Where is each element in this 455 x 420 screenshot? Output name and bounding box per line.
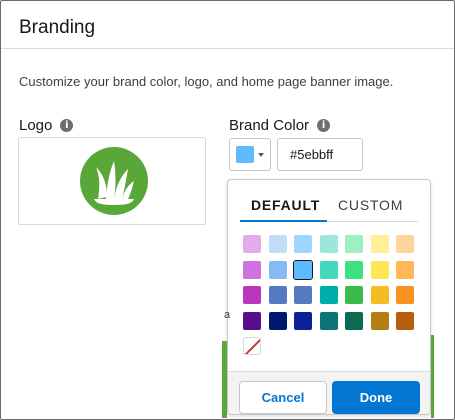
- done-button[interactable]: Done: [332, 381, 420, 414]
- color-swatch[interactable]: [243, 260, 261, 279]
- logo-preview[interactable]: [18, 137, 206, 225]
- color-swatch[interactable]: [370, 286, 389, 304]
- color-swatch[interactable]: [294, 235, 312, 253]
- color-swatch[interactable]: [396, 260, 414, 279]
- picker-tabs: DEFAULT CUSTOM: [240, 190, 418, 222]
- chevron-down-icon: [258, 153, 264, 157]
- no-color-swatch[interactable]: [243, 337, 261, 355]
- color-swatch[interactable]: [345, 235, 363, 253]
- tab-custom[interactable]: CUSTOM: [338, 197, 403, 213]
- brand-color-label: Brand Color i: [229, 117, 331, 134]
- color-swatch[interactable]: [294, 286, 312, 304]
- color-picker-popover: DEFAULT CUSTOM Cancel Done: [227, 179, 431, 415]
- grass-logo-icon: [80, 147, 148, 215]
- color-swatch[interactable]: [319, 311, 338, 330]
- color-swatch[interactable]: [319, 286, 338, 304]
- color-swatch[interactable]: [268, 311, 287, 330]
- color-swatch[interactable]: [370, 235, 389, 253]
- picker-footer: Cancel Done: [228, 371, 430, 414]
- color-swatch[interactable]: [294, 311, 312, 330]
- cancel-button[interactable]: Cancel: [239, 381, 327, 414]
- grass-icon: [94, 161, 134, 205]
- color-swatch[interactable]: [370, 260, 389, 279]
- logo-label-text: Logo: [19, 117, 53, 134]
- tab-default[interactable]: DEFAULT: [251, 197, 320, 213]
- color-swatch[interactable]: [319, 260, 338, 279]
- page-title: Branding: [19, 17, 96, 38]
- color-swatch[interactable]: [396, 286, 414, 304]
- color-swatch[interactable]: [268, 235, 287, 253]
- slash-icon: [244, 338, 260, 354]
- active-tab-indicator: [240, 220, 327, 222]
- header-divider: [1, 48, 454, 49]
- color-picker-button[interactable]: [229, 138, 271, 171]
- color-swatch[interactable]: [243, 286, 261, 304]
- hex-color-input[interactable]: [277, 138, 363, 171]
- color-swatch[interactable]: [370, 311, 389, 330]
- color-swatch[interactable]: [268, 260, 287, 279]
- color-swatch[interactable]: [345, 311, 363, 330]
- selected-color-swatch: [236, 146, 254, 163]
- banner-image-edge: [222, 341, 227, 418]
- partial-text: a: [224, 309, 231, 321]
- info-icon[interactable]: i: [60, 119, 74, 132]
- color-swatch[interactable]: [319, 235, 338, 253]
- logo-label: Logo i: [19, 117, 74, 134]
- color-swatch[interactable]: [293, 259, 313, 280]
- color-swatch[interactable]: [243, 311, 261, 330]
- info-icon[interactable]: i: [317, 119, 331, 132]
- page-description: Customize your brand color, logo, and ho…: [19, 74, 394, 89]
- color-swatch[interactable]: [243, 235, 261, 253]
- color-swatch[interactable]: [268, 286, 287, 304]
- color-swatch[interactable]: [345, 286, 363, 304]
- banner-image-edge-right: [431, 335, 434, 418]
- color-swatch[interactable]: [345, 260, 363, 279]
- brand-color-label-text: Brand Color: [229, 117, 310, 134]
- color-swatch[interactable]: [396, 235, 414, 253]
- color-swatch[interactable]: [396, 311, 414, 330]
